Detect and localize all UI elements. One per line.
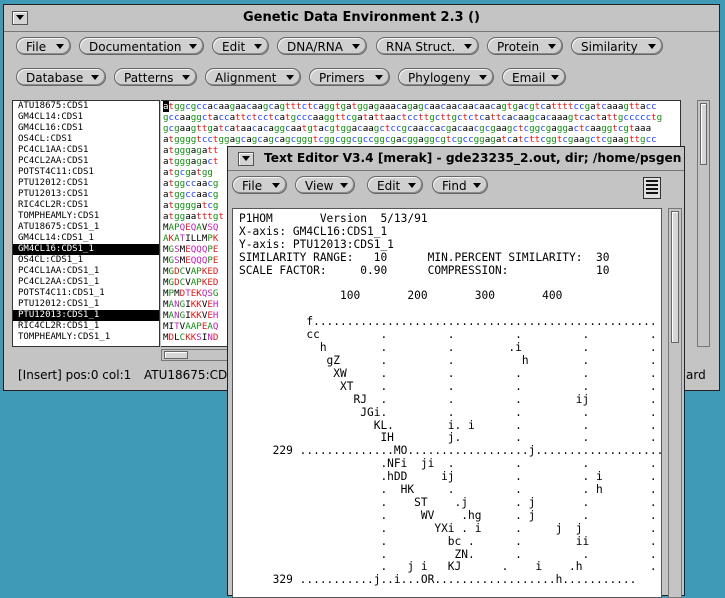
menu-similarity[interactable]: Similarity: [571, 37, 663, 55]
sequence-row[interactable]: atggcgccacaagaacaagcagtttctcaggtgatggaga…: [161, 101, 680, 112]
editor-titlebar[interactable]: Text Editor V3.4 [merak] - gde23235_2.ou…: [228, 147, 684, 171]
sequence-row[interactable]: gccaaggctaccattctcctcatgcccaaggttcgatatt…: [161, 112, 680, 123]
menu-label: View: [305, 179, 334, 193]
editor-vertical-scrollbar[interactable]: [668, 208, 682, 598]
menu-label: File: [242, 179, 263, 193]
menu-phylogeny[interactable]: Phylogeny: [398, 68, 494, 86]
sequence-row[interactable]: gcgaagttgatcataacacaggcaatgtacgtggacaagc…: [161, 123, 680, 134]
menu-label: Edit: [377, 179, 401, 193]
editor-menu-edit[interactable]: Edit: [367, 176, 423, 194]
menu-label: Documentation: [89, 40, 182, 54]
menu-file[interactable]: File: [16, 37, 71, 55]
main-titlebar[interactable]: Genetic Data Environment 2.3 (): [4, 5, 719, 32]
menu-email[interactable]: Email: [502, 68, 566, 86]
menu-dna-rna[interactable]: DNA/RNA: [277, 37, 367, 55]
sequence-name-item[interactable]: TOMPHEAMLY:CDS1_1: [13, 332, 159, 343]
chevron-down-icon: [408, 183, 416, 188]
chevron-down-icon: [548, 44, 556, 49]
sequence-name-item[interactable]: PC4CL2AA:CDS1_1: [13, 277, 159, 288]
menu-alignment[interactable]: Alignment: [205, 68, 301, 86]
menu-label: Email: [512, 71, 546, 85]
chevron-down-icon: [375, 75, 383, 80]
menu-edit[interactable]: Edit: [212, 37, 269, 55]
editor-menu-find[interactable]: Find: [432, 176, 488, 194]
chevron-down-icon: [473, 183, 481, 188]
sequence-name-item[interactable]: ATU18675:CDS1: [13, 101, 159, 112]
status-sequence-name: ATU18675:CD: [144, 368, 228, 382]
sequence-name-item[interactable]: ATU18675:CDS1_1: [13, 222, 159, 233]
menu-rna-struct[interactable]: RNA Struct.: [376, 37, 479, 55]
chevron-down-icon: [91, 75, 99, 80]
editor-text-content: P1HOM Version 5/13/91 X-axis: GM4CL16:CD…: [239, 212, 662, 587]
chevron-down-icon: [254, 44, 262, 49]
sequence-name-item[interactable]: TOMPHEAMLY:CDS1: [13, 211, 159, 222]
sequence-name-item[interactable]: POTST4C11:CDS1_1: [13, 288, 159, 299]
document-icon[interactable]: [643, 177, 661, 199]
menu-label: Database: [26, 71, 84, 85]
status-right-fragment: ard: [686, 368, 706, 382]
menu-label: Similarity: [581, 40, 638, 54]
menu-label: Protein: [497, 40, 540, 54]
scrollbar-thumb[interactable]: [164, 351, 188, 359]
scrollbar-thumb[interactable]: [671, 211, 679, 343]
sequence-name-item[interactable]: GM4CL16:CDS1_1: [13, 244, 159, 255]
sequence-name-item[interactable]: OS4CL:CDS1: [13, 134, 159, 145]
sequence-name-item[interactable]: PTU12012:CDS1: [13, 178, 159, 189]
menu-protein[interactable]: Protein: [487, 37, 563, 55]
chevron-down-icon: [340, 183, 348, 188]
sequence-name-item[interactable]: PTU12012:CDS1_1: [13, 299, 159, 310]
chevron-down-icon: [286, 75, 294, 80]
menu-label: Find: [442, 179, 467, 193]
chevron-down-icon: [464, 44, 472, 49]
editor-window-title: Text Editor V3.4 [merak] - gde23235_2.ou…: [264, 151, 682, 165]
menu-label: Phylogeny: [408, 71, 471, 85]
chevron-down-icon: [648, 44, 656, 49]
menu-label: DNA/RNA: [287, 40, 343, 54]
sequence-name-item[interactable]: PTU12013:CDS1_1: [13, 310, 159, 321]
sequence-name-item[interactable]: PC4CL1AA:CDS1_1: [13, 266, 159, 277]
chevron-down-icon: [479, 75, 487, 80]
sequence-name-item[interactable]: OS4CL:CDS1_1: [13, 255, 159, 266]
editor-menu-view[interactable]: View: [295, 176, 355, 194]
editor-text-area[interactable]: P1HOM Version 5/13/91 X-axis: GM4CL16:CD…: [232, 208, 662, 598]
window-menu-button[interactable]: [238, 152, 254, 166]
sequence-name-item[interactable]: PC4CL2AA:CDS1: [13, 156, 159, 167]
chevron-down-icon: [56, 44, 64, 49]
alignment-vertical-scrollbar[interactable]: [697, 100, 710, 347]
menu-label: File: [26, 40, 47, 54]
menu-primers[interactable]: Primers: [309, 68, 390, 86]
sequence-name-item[interactable]: GM4CL14:CDS1: [13, 112, 159, 123]
sequence-name-item[interactable]: PC4CL1AA:CDS1: [13, 145, 159, 156]
sequence-name-item[interactable]: RIC4CL2R:CDS1_1: [13, 321, 159, 332]
scrollbar-thumb[interactable]: [700, 103, 707, 165]
chevron-down-icon: [551, 75, 559, 80]
chevron-down-icon: [189, 44, 197, 49]
menu-label: Primers: [319, 71, 365, 85]
status-mode: [Insert] pos:0 col:1: [18, 368, 132, 382]
menu-label: Edit: [222, 40, 246, 54]
main-window-title: Genetic Data Environment 2.3 (): [243, 10, 480, 25]
editor-menu-file[interactable]: File: [232, 176, 287, 194]
menu-label: RNA Struct.: [386, 40, 456, 54]
menu-documentation[interactable]: Documentation: [79, 37, 204, 55]
sequence-row[interactable]: atggggtcctggagcagcagcagcgggtcggcggcgccgg…: [161, 134, 680, 145]
chevron-down-icon: [272, 183, 280, 188]
sequence-name-item[interactable]: GM4CL16:CDS1: [13, 123, 159, 134]
sequence-name-item[interactable]: GM4CL14:CDS1_1: [13, 233, 159, 244]
sequence-name-item[interactable]: POTST4C11:CDS1: [13, 167, 159, 178]
sequence-name-item[interactable]: RIC4CL2R:CDS1: [13, 200, 159, 211]
menu-patterns[interactable]: Patterns: [114, 68, 197, 86]
alignment-horizontal-scrollbar[interactable]: [161, 349, 229, 361]
chevron-down-icon: [352, 44, 360, 49]
sequence-name-list[interactable]: ATU18675:CDS1 GM4CL14:CDS1 GM4CL16:CDS1 OS4…: [12, 100, 160, 347]
menu-label: Patterns: [124, 71, 174, 85]
menu-label: Alignment: [215, 71, 277, 85]
text-editor-window: Text Editor V3.4 [merak] - gde23235_2.ou…: [227, 146, 685, 598]
sequence-name-item[interactable]: PTU12013:CDS1: [13, 189, 159, 200]
menu-database[interactable]: Database: [16, 68, 106, 86]
chevron-down-icon: [182, 75, 190, 80]
